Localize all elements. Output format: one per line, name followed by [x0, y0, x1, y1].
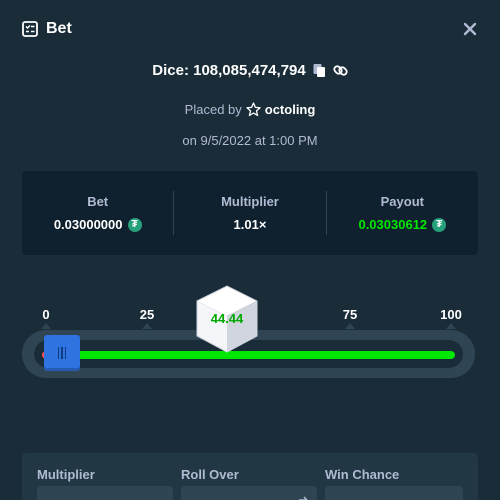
bet-settings-card: Multiplier Roll Over Win Chance: [22, 453, 478, 500]
bet-date: on 9/5/2022 at 1:00 PM: [182, 133, 318, 148]
star-icon: [246, 102, 261, 117]
copy-icon[interactable]: [312, 63, 327, 78]
bet-id-text: Dice: 108,085,474,794: [152, 62, 306, 79]
tether-icon: ₮: [432, 217, 447, 232]
multiplier-value: 1.01×: [233, 217, 267, 232]
placed-by-line: Placed by octoling: [0, 102, 500, 117]
grip-line: [61, 347, 63, 359]
bet-id-line: Dice: 108,085,474,794: [0, 62, 500, 79]
payout-label: Payout: [380, 194, 424, 209]
grip-line: [57, 347, 60, 359]
tether-icon: ₮: [127, 217, 142, 232]
result-value: 44.44: [210, 311, 244, 326]
swap-icon[interactable]: [297, 496, 309, 500]
tick-mark: [446, 323, 456, 329]
roll-over-field-label: Roll Over: [181, 467, 239, 482]
payout-value: 0.03030612: [358, 217, 428, 232]
tick-mark: [142, 323, 152, 329]
dice-list-icon: [22, 21, 38, 37]
bet-value-wrap: 0.03000000 ₮: [54, 217, 142, 232]
tick-label: 0: [42, 307, 50, 322]
title-wrap: Bet: [22, 20, 72, 38]
tick-label: 25: [139, 307, 155, 322]
slider-handle[interactable]: [44, 335, 80, 371]
link-icon[interactable]: [333, 63, 348, 78]
multiplier-label: Multiplier: [221, 194, 279, 209]
placed-by-label: Placed by: [184, 102, 242, 117]
username-link[interactable]: octoling: [265, 102, 316, 117]
grip-line: [64, 347, 67, 359]
multiplier-field-label: Multiplier: [37, 467, 95, 482]
stat-payout: Payout 0.03030612 ₮: [327, 194, 478, 232]
bet-label: Bet: [87, 194, 109, 209]
win-chance-field-label: Win Chance: [325, 467, 400, 482]
tick-mark: [345, 323, 355, 329]
close-icon[interactable]: [462, 21, 478, 37]
multiplier-field[interactable]: [37, 486, 173, 500]
tick-mark: [41, 323, 51, 329]
modal-title: Bet: [46, 20, 72, 37]
stat-bet: Bet 0.03000000 ₮: [22, 194, 173, 232]
stat-multiplier: Multiplier 1.01×: [174, 194, 325, 232]
win-chance-field[interactable]: [325, 486, 463, 500]
payout-value-wrap: 0.03030612 ₮: [358, 217, 447, 232]
slider-win-range: [72, 351, 455, 359]
bet-value: 0.03000000: [53, 217, 123, 232]
stats-card: Bet 0.03000000 ₮ Multiplier 1.01× Payout…: [22, 171, 478, 255]
modal-header: Bet: [0, 0, 500, 58]
tick-label: 75: [342, 307, 358, 322]
tick-label: 100: [440, 307, 462, 322]
